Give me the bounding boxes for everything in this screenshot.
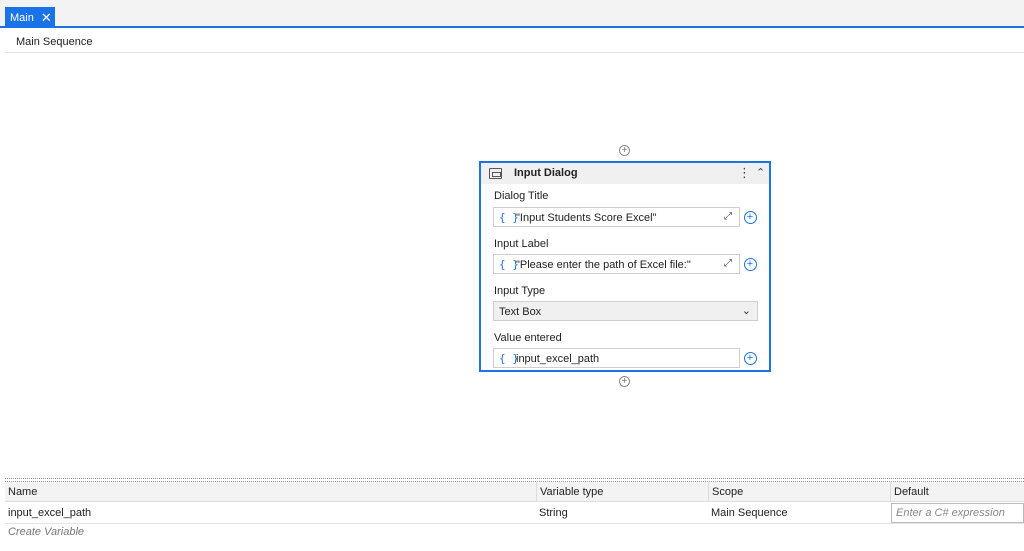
document-tab-bar: Main ✕ xyxy=(0,0,1024,28)
value-entered-value: input_excel_path xyxy=(516,353,600,365)
close-icon[interactable]: ✕ xyxy=(41,11,52,24)
tab-label: Main xyxy=(10,11,34,24)
add-activity-above-icon[interactable]: + xyxy=(619,145,630,156)
tab-main[interactable]: Main ✕ xyxy=(5,7,55,28)
expand-editor-icon[interactable]: ⤢ xyxy=(724,258,732,269)
variables-panel: Name Variable type Scope Default input_e… xyxy=(5,482,1024,551)
input-label-field: { } "Please enter the path of Excel file… xyxy=(493,254,758,274)
column-header-default[interactable]: Default xyxy=(890,482,1024,501)
workflow-designer: Main ✕ Main Sequence + + Input Dialog ⋮ … xyxy=(0,0,1024,551)
breadcrumb-bar: Main Sequence xyxy=(5,30,1024,53)
input-dialog-activity[interactable]: Input Dialog ⋮ ⌃ Dialog Title { } "Input… xyxy=(479,161,771,372)
value-entered-label: Value entered xyxy=(494,332,562,344)
value-entered-field: { } input_excel_path + xyxy=(493,348,758,368)
more-options-icon[interactable]: ⋮ xyxy=(738,165,751,181)
create-variable-link[interactable]: Create Variable xyxy=(8,526,84,538)
variable-scope-cell[interactable]: Main Sequence xyxy=(708,502,890,523)
collapse-icon[interactable]: ⌃ xyxy=(756,166,765,179)
dialog-title-field: { } "Input Students Score Excel" ⤢ + xyxy=(493,207,758,227)
input-label-label: Input Label xyxy=(494,238,549,250)
dialog-title-input[interactable]: { } "Input Students Score Excel" ⤢ xyxy=(493,207,740,227)
dialog-window-icon xyxy=(489,168,502,179)
plus-icon: + xyxy=(743,210,757,224)
variable-default-input[interactable]: Enter a C# expression xyxy=(891,503,1024,523)
input-label-plus-button[interactable]: + xyxy=(742,255,758,273)
dialog-title-value: "Input Students Score Excel" xyxy=(516,212,657,224)
variable-type-cell[interactable]: String xyxy=(536,502,708,523)
column-header-name[interactable]: Name xyxy=(5,482,536,501)
input-type-label: Input Type xyxy=(494,285,546,297)
variables-header: Name Variable type Scope Default xyxy=(5,482,1024,502)
column-header-scope[interactable]: Scope xyxy=(708,482,890,501)
table-row[interactable]: input_excel_path String Main Sequence En… xyxy=(5,502,1024,524)
plus-icon: + xyxy=(743,257,757,271)
dialog-title-label: Dialog Title xyxy=(494,190,549,202)
activity-header[interactable]: Input Dialog ⋮ ⌃ xyxy=(481,163,769,184)
plus-icon: + xyxy=(743,351,757,365)
input-type-value: Text Box xyxy=(499,306,542,318)
expand-editor-icon[interactable]: ⤢ xyxy=(724,211,732,222)
breadcrumb[interactable]: Main Sequence xyxy=(16,36,92,48)
variable-name-cell[interactable]: input_excel_path xyxy=(5,502,536,523)
dialog-title-plus-button[interactable]: + xyxy=(742,208,758,226)
add-activity-below-icon[interactable]: + xyxy=(619,376,630,387)
value-entered-plus-button[interactable]: + xyxy=(742,349,758,367)
input-label-value: "Please enter the path of Excel file:" xyxy=(516,259,691,271)
activity-title: Input Dialog xyxy=(514,167,578,179)
column-header-type[interactable]: Variable type xyxy=(536,482,708,501)
chevron-down-icon: ⌄ xyxy=(741,305,751,317)
input-label-input[interactable]: { } "Please enter the path of Excel file… xyxy=(493,254,740,274)
input-type-select[interactable]: Text Box ⌄ xyxy=(493,301,758,321)
value-entered-input[interactable]: { } input_excel_path xyxy=(493,348,740,368)
